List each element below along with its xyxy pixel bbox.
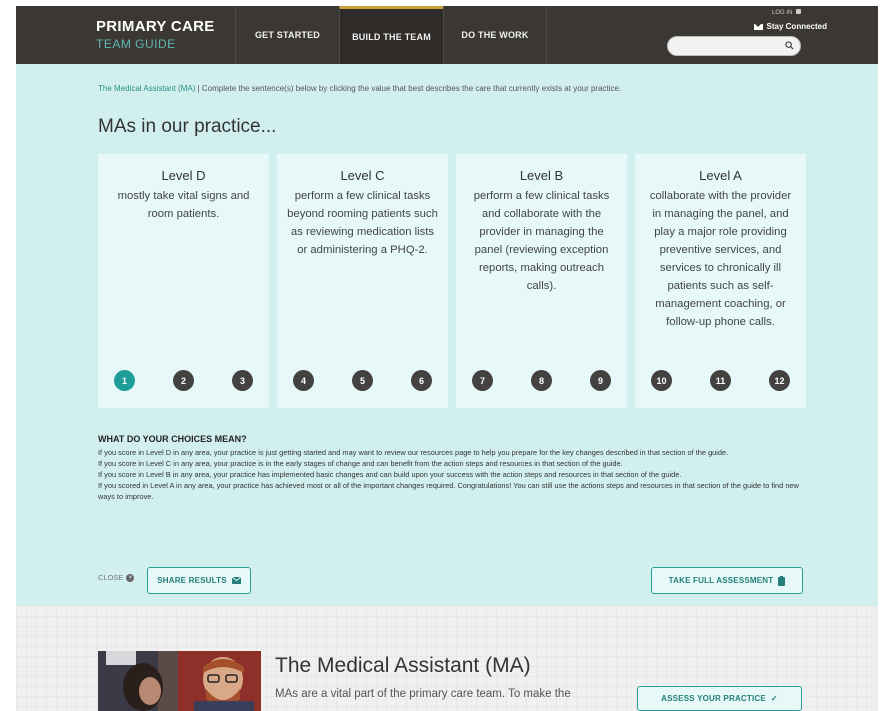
search-icon[interactable] — [785, 41, 794, 50]
level-card-c: Level C perform a few clinical tasks bey… — [277, 154, 448, 408]
choices-title: WHAT DO YOUR CHOICES MEAN? — [98, 434, 247, 444]
intro-role: The Medical Assistant (MA) — [98, 84, 196, 93]
level-card-a: Level A collaborate with the provider in… — [635, 154, 806, 408]
intro-instructions: | Complete the sentence(s) below by clic… — [195, 84, 622, 93]
search-input[interactable] — [667, 36, 801, 56]
assessment-heading: MAs in our practice... — [98, 116, 277, 137]
level-description: perform a few clinical tasks and collabo… — [473, 190, 610, 292]
score-button-11[interactable]: 11 — [710, 370, 731, 391]
close-icon: × — [126, 573, 135, 582]
choice-level-d-text: If you score in Level D in any area, you… — [98, 448, 729, 457]
choices-explanation: WHAT DO YOUR CHOICES MEAN? If you score … — [98, 434, 802, 502]
score-options: 10 11 12 — [635, 370, 806, 391]
score-button-8[interactable]: 8 — [531, 370, 552, 391]
choice-level-a-text: If you scored in Level A in any area, yo… — [98, 481, 799, 501]
level-title: Level B — [519, 168, 564, 183]
close-button[interactable]: CLOSE × — [98, 573, 135, 582]
level-title: Level D — [161, 168, 206, 183]
logo-title: PRIMARY CARE — [96, 18, 215, 35]
level-title: Level A — [699, 168, 742, 183]
level-description: collaborate with the provider in managin… — [649, 190, 792, 328]
score-button-5[interactable]: 5 — [352, 370, 373, 391]
section-title: The Medical Assistant (MA) — [275, 654, 531, 677]
mail-icon — [753, 23, 763, 30]
section-description: MAs are a vital part of the primary care… — [275, 688, 571, 700]
share-results-label: SHARE RESULTS — [157, 576, 227, 585]
checkmark-icon: ✓ — [770, 694, 778, 703]
medical-assistant-photo — [98, 651, 261, 711]
score-button-12[interactable]: 12 — [769, 370, 790, 391]
level-title: Level C — [340, 168, 385, 183]
nav-build-the-team[interactable]: BUILD THE TEAM — [339, 6, 443, 64]
assessment-panel: The Medical Assistant (MA) | Complete th… — [16, 64, 878, 606]
assessment-intro: The Medical Assistant (MA) | Complete th… — [98, 84, 621, 93]
choice-level-c-text: If you score in Level C in any area, you… — [98, 459, 623, 468]
score-button-2[interactable]: 2 — [173, 370, 194, 391]
level-cards: Level D mostly take vital signs and room… — [98, 154, 806, 408]
close-label: CLOSE — [98, 573, 124, 582]
nav-get-started[interactable]: GET STARTED — [235, 6, 339, 64]
score-options: 4 5 6 — [277, 370, 448, 391]
score-button-1[interactable]: 1 — [114, 370, 135, 391]
login-link[interactable]: LOG IN — [772, 9, 801, 16]
clipboard-icon — [778, 575, 786, 586]
score-button-9[interactable]: 9 — [590, 370, 611, 391]
stay-connected-link[interactable]: Stay Connected — [753, 22, 827, 31]
login-label: LOG IN — [771, 10, 793, 16]
score-options: 7 8 9 — [456, 370, 627, 391]
lock-icon — [796, 9, 801, 14]
role-section: The Medical Assistant (MA) MAs are a vit… — [16, 606, 878, 711]
level-card-d: Level D mostly take vital signs and room… — [98, 154, 269, 408]
mail-icon — [231, 577, 241, 584]
level-description: perform a few clinical tasks beyond room… — [287, 190, 438, 256]
assess-your-practice-label: ASSESS YOUR PRACTICE — [661, 694, 766, 703]
level-description: mostly take vital signs and room patient… — [117, 190, 250, 220]
score-options: 1 2 3 — [98, 370, 269, 391]
score-button-6[interactable]: 6 — [411, 370, 432, 391]
score-button-7[interactable]: 7 — [472, 370, 493, 391]
score-button-3[interactable]: 3 — [232, 370, 253, 391]
take-full-assessment-label: TAKE FULL ASSESSMENT — [668, 576, 774, 585]
choice-level-b-text: If you score in Level B in any area, you… — [98, 470, 682, 479]
share-results-button[interactable]: SHARE RESULTS — [147, 567, 251, 594]
level-card-b: Level B perform a few clinical tasks and… — [456, 154, 627, 408]
score-button-4[interactable]: 4 — [293, 370, 314, 391]
take-full-assessment-button[interactable]: TAKE FULL ASSESSMENT — [651, 567, 803, 594]
logo-subtitle: TEAM GUIDE — [96, 37, 176, 51]
assess-your-practice-button[interactable]: ASSESS YOUR PRACTICE ✓ — [637, 686, 802, 711]
stay-connected-label: Stay Connected — [766, 22, 827, 31]
nav-do-the-work[interactable]: DO THE WORK — [443, 6, 547, 64]
main-nav: GET STARTED BUILD THE TEAM DO THE WORK — [235, 6, 547, 64]
score-button-10[interactable]: 10 — [651, 370, 672, 391]
site-logo[interactable]: PRIMARY CARE TEAM GUIDE — [96, 18, 215, 51]
